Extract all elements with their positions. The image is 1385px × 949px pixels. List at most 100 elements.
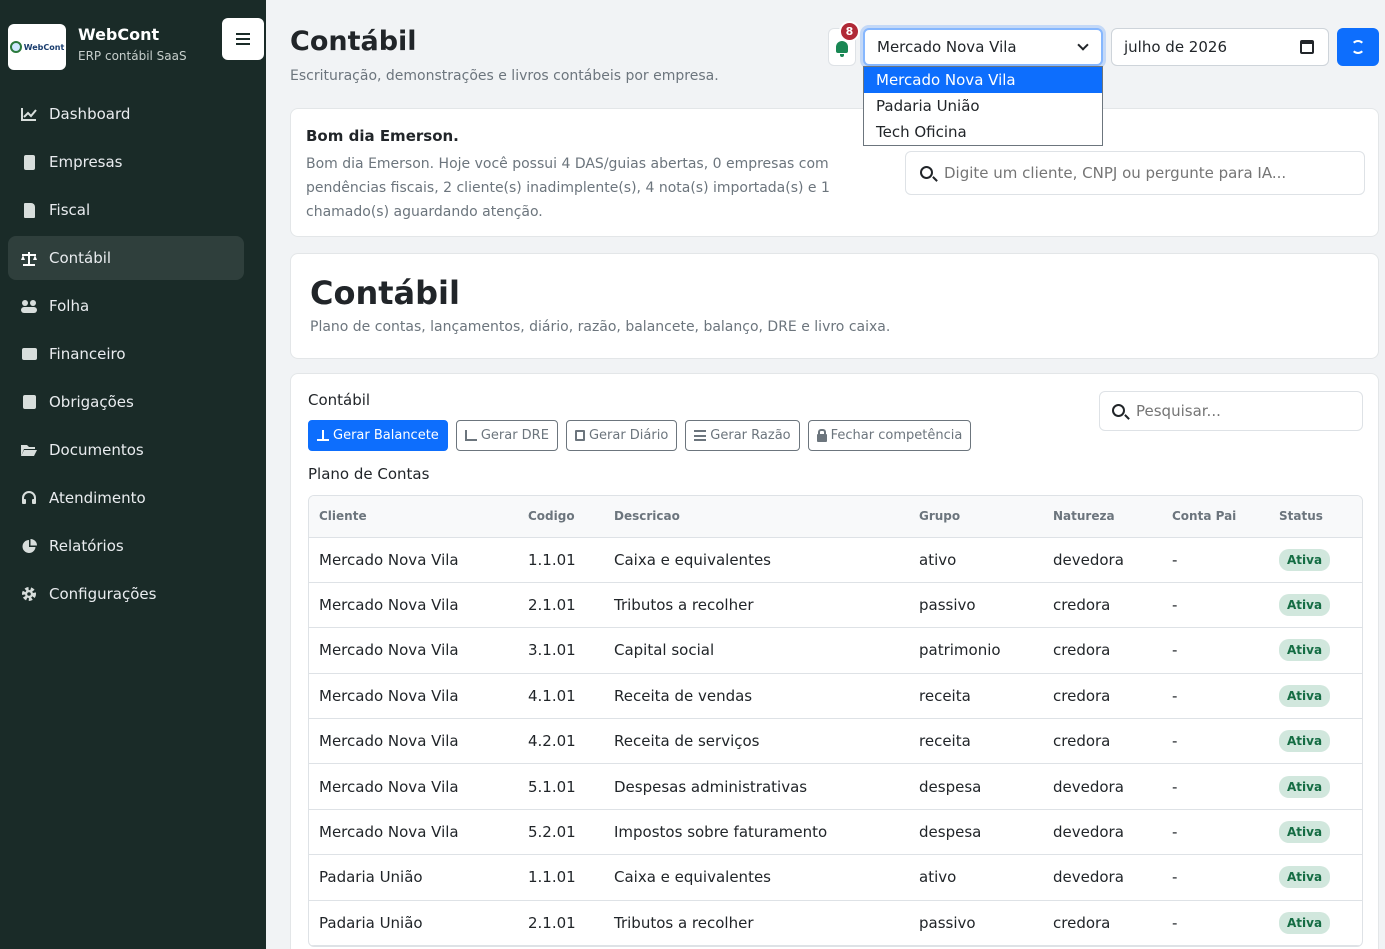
sidebar-item-contabil[interactable]: Contábil <box>8 236 244 280</box>
table-row[interactable]: Mercado Nova Vila 4.1.01 Receita de vend… <box>309 673 1362 720</box>
table-header-row: Cliente Codigo Descricao Grupo Natureza … <box>309 496 1362 538</box>
column-header-cliente[interactable]: Cliente <box>309 496 518 538</box>
page-subtitle: Escrituração, demonstrações e livros con… <box>290 68 719 84</box>
sidebar-item-label: Dashboard <box>49 105 131 123</box>
cell-descricao: Tributos a recolher <box>604 900 909 947</box>
ai-search-input[interactable] <box>944 164 1364 182</box>
sidebar: WebCont WebCont ERP contábil SaaS Dashbo… <box>0 0 266 949</box>
close-period-button[interactable]: Fechar competência <box>807 420 972 451</box>
generate-razao-button[interactable]: Gerar Razão <box>685 420 800 451</box>
cell-status: Ativa <box>1269 582 1362 629</box>
sidebar-item-documentos[interactable]: Documentos <box>8 428 244 472</box>
sidebar-item-configuracoes[interactable]: Configurações <box>8 572 244 616</box>
cell-conta-pai: - <box>1162 763 1269 810</box>
cell-descricao: Tributos a recolher <box>604 582 909 629</box>
hamburger-icon <box>236 33 250 45</box>
column-header-status[interactable]: Status <box>1269 496 1362 538</box>
bell-icon <box>836 41 848 57</box>
brand-name: WebCont <box>78 25 160 44</box>
cell-cliente: Mercado Nova Vila <box>309 809 518 856</box>
status-badge: Ativa <box>1279 821 1331 844</box>
table-search-box <box>1099 391 1363 431</box>
sidebar-item-dashboard[interactable]: Dashboard <box>8 92 244 136</box>
column-header-natureza[interactable]: Natureza <box>1043 496 1162 538</box>
sidebar-item-folha[interactable]: Folha <box>8 284 244 328</box>
cell-grupo: receita <box>909 718 1043 765</box>
cell-conta-pai: - <box>1162 718 1269 765</box>
sidebar-item-fiscal[interactable]: Fiscal <box>8 188 244 232</box>
greeting-card: Bom dia Emerson. Bom dia Emerson. Hoje v… <box>290 108 1379 237</box>
sidebar-item-obrigacoes[interactable]: Obrigações <box>8 380 244 424</box>
cell-cliente: Mercado Nova Vila <box>309 718 518 765</box>
cell-codigo: 1.1.01 <box>518 854 604 901</box>
cell-grupo: ativo <box>909 854 1043 901</box>
status-badge: Ativa <box>1279 866 1331 889</box>
column-header-grupo[interactable]: Grupo <box>909 496 1043 538</box>
company-select[interactable]: Mercado Nova Vila <box>863 28 1103 66</box>
page-title: Contábil <box>290 26 417 57</box>
table-row[interactable]: Padaria União 1.1.01 Caixa e equivalente… <box>309 854 1362 901</box>
cell-cliente: Mercado Nova Vila <box>309 763 518 810</box>
dropdown-option-tech-oficina[interactable]: Tech Oficina <box>864 119 1102 145</box>
refresh-icon <box>1351 40 1365 54</box>
status-badge: Ativa <box>1279 730 1331 753</box>
folder-open-icon <box>20 442 38 458</box>
greeting-title: Bom dia Emerson. <box>306 127 459 145</box>
table-row[interactable]: Mercado Nova Vila 3.1.01 Capital social … <box>309 627 1362 674</box>
column-header-descricao[interactable]: Descricao <box>604 496 909 538</box>
cell-cliente: Padaria União <box>309 854 518 901</box>
sidebar-item-financeiro[interactable]: Financeiro <box>8 332 244 376</box>
period-input[interactable]: julho de 2026 <box>1111 28 1329 66</box>
cell-cliente: Mercado Nova Vila <box>309 582 518 629</box>
table-row[interactable]: Mercado Nova Vila 4.2.01 Receita de serv… <box>309 718 1362 765</box>
brand-logo[interactable]: WebCont <box>8 24 66 70</box>
module-hero-card: Contábil Plano de contas, lançamentos, d… <box>290 253 1379 359</box>
column-header-conta-pai[interactable]: Conta Pai <box>1162 496 1269 538</box>
sidebar-item-empresas[interactable]: Empresas <box>8 140 244 184</box>
cell-natureza: credora <box>1043 673 1162 720</box>
section-title: Contábil <box>308 391 371 409</box>
status-badge: Ativa <box>1279 639 1331 662</box>
cell-conta-pai: - <box>1162 809 1269 856</box>
sidebar-nav: Dashboard Empresas Fiscal Contábil Folha… <box>8 92 244 620</box>
refresh-button[interactable] <box>1337 28 1379 66</box>
cell-conta-pai: - <box>1162 673 1269 720</box>
cell-codigo: 4.2.01 <box>518 718 604 765</box>
cell-descricao: Capital social <box>604 627 909 674</box>
table-row[interactable]: Mercado Nova Vila 1.1.01 Caixa e equival… <box>309 537 1362 583</box>
table-row[interactable]: Padaria União 2.1.01 Tributos a recolher… <box>309 900 1362 947</box>
file-invoice-icon <box>20 202 38 218</box>
cell-status: Ativa <box>1269 900 1362 947</box>
cell-status: Ativa <box>1269 673 1362 720</box>
generate-balancete-button[interactable]: Gerar Balancete <box>308 420 448 451</box>
cell-descricao: Despesas administrativas <box>604 763 909 810</box>
building-icon <box>20 154 38 170</box>
table-row[interactable]: Mercado Nova Vila 2.1.01 Tributos a reco… <box>309 582 1362 629</box>
calendar-icon[interactable] <box>1300 40 1314 54</box>
menu-toggle-button[interactable] <box>222 18 264 60</box>
generate-diario-button[interactable]: Gerar Diário <box>565 420 678 451</box>
users-icon <box>20 298 38 314</box>
cell-cliente: Padaria União <box>309 900 518 947</box>
sidebar-item-label: Documentos <box>49 441 144 459</box>
sidebar-item-label: Empresas <box>49 153 123 171</box>
sidebar-item-relatorios[interactable]: Relatórios <box>8 524 244 568</box>
status-badge: Ativa <box>1279 548 1331 571</box>
status-badge: Ativa <box>1279 684 1331 707</box>
cell-natureza: credora <box>1043 900 1162 947</box>
scale-icon <box>317 430 329 441</box>
column-header-codigo[interactable]: Codigo <box>518 496 604 538</box>
table-title: Plano de Contas <box>308 465 430 483</box>
sidebar-item-atendimento[interactable]: Atendimento <box>8 476 244 520</box>
table-row[interactable]: Mercado Nova Vila 5.1.01 Despesas admini… <box>309 763 1362 810</box>
cell-grupo: patrimonio <box>909 627 1043 674</box>
list-icon <box>694 430 707 441</box>
status-badge: Ativa <box>1279 775 1331 798</box>
dropdown-option-padaria-uniao[interactable]: Padaria União <box>864 93 1102 119</box>
generate-dre-button[interactable]: Gerar DRE <box>455 420 558 451</box>
period-value: julho de 2026 <box>1124 38 1227 56</box>
table-row[interactable]: Mercado Nova Vila 5.2.01 Impostos sobre … <box>309 809 1362 856</box>
table-search-input[interactable] <box>1136 402 1362 420</box>
cell-cliente: Mercado Nova Vila <box>309 673 518 720</box>
dropdown-option-mercado-nova-vila[interactable]: Mercado Nova Vila <box>864 67 1102 93</box>
